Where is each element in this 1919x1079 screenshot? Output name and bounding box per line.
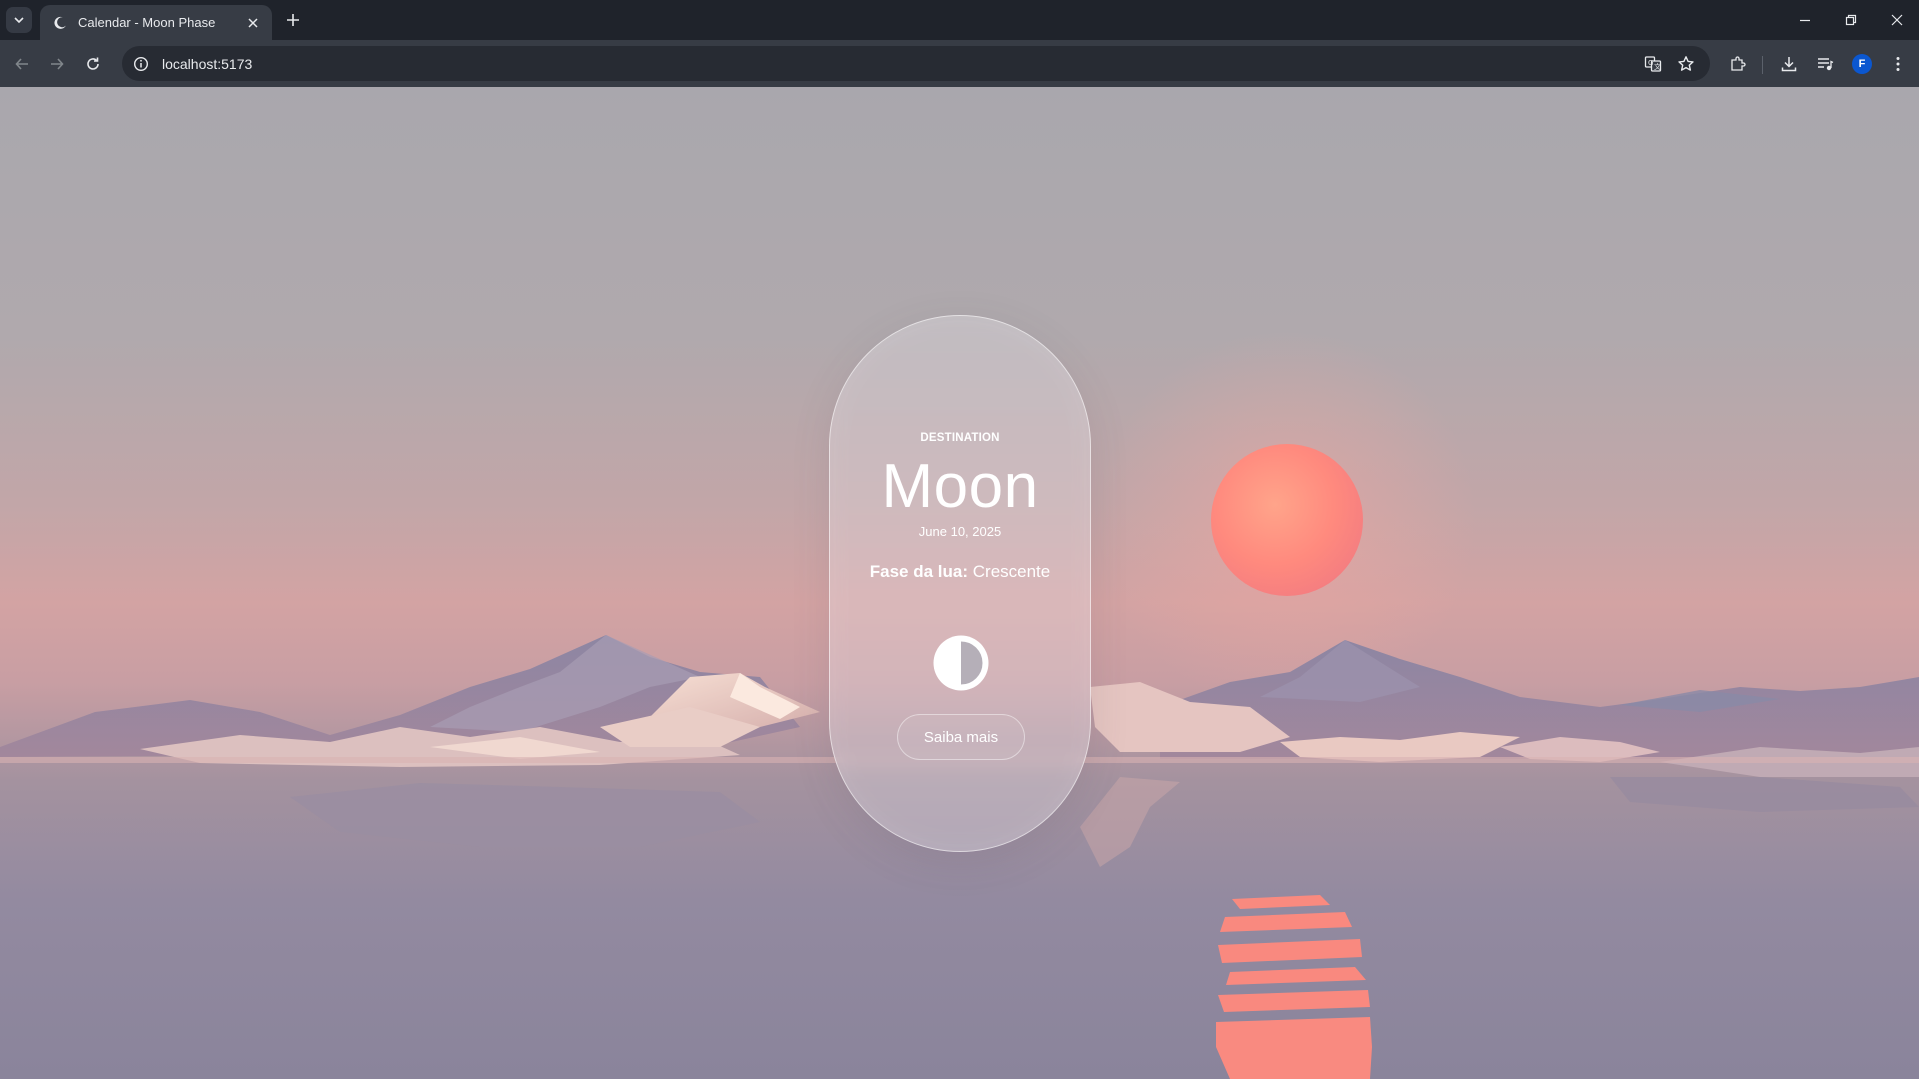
new-tab-button[interactable] <box>282 9 304 31</box>
back-button[interactable] <box>9 51 35 77</box>
bookmark-star-icon[interactable] <box>1674 52 1698 76</box>
arrow-right-icon <box>51 58 64 70</box>
menu-kebab-icon[interactable] <box>1886 52 1910 76</box>
forward-button[interactable] <box>44 51 70 77</box>
reload-button[interactable] <box>80 51 106 77</box>
address-bar[interactable]: localhost:5173 <box>122 46 1710 81</box>
media-queue-icon[interactable] <box>1813 52 1837 76</box>
restore-icon <box>1845 14 1857 26</box>
close-window-button[interactable] <box>1881 6 1913 34</box>
url-text: localhost:5173 <box>162 55 253 72</box>
card-title: Moon <box>881 452 1039 521</box>
svg-text:文: 文 <box>1654 62 1661 71</box>
page-viewport: DESTINATION Moon June 10, 2025 Fase da l… <box>0 87 1919 1079</box>
sun <box>1211 444 1363 596</box>
tab-close-button[interactable] <box>244 14 262 32</box>
tab-title: Calendar - Moon Phase <box>78 15 216 30</box>
reload-icon <box>87 57 99 70</box>
tab-strip: Calendar - Moon Phase <box>0 0 1919 40</box>
browser-toolbar: localhost:5173 G文 F <box>0 40 1919 87</box>
download-icon[interactable] <box>1777 52 1801 76</box>
phase-value: Crescente <box>972 562 1051 581</box>
card-date: June 10, 2025 <box>918 524 1002 539</box>
chevron-down-icon <box>14 17 24 24</box>
moon-phase-text: Fase da lua: Crescente <box>830 562 1090 582</box>
extensions-puzzle-icon[interactable] <box>1726 52 1750 76</box>
restore-button[interactable] <box>1835 6 1867 34</box>
close-icon <box>1891 14 1903 26</box>
moon-icon <box>54 16 66 29</box>
learn-more-button[interactable]: Saiba mais <box>897 714 1025 760</box>
minimize-button[interactable] <box>1789 6 1821 34</box>
plus-icon <box>287 14 299 26</box>
profile-avatar[interactable]: F <box>1852 54 1872 74</box>
sun-reflection <box>1216 895 1372 1079</box>
toolbar-divider <box>1762 56 1763 74</box>
browser-tab-active[interactable]: Calendar - Moon Phase <box>40 5 272 40</box>
moon-phase-card: DESTINATION Moon June 10, 2025 Fase da l… <box>829 315 1091 852</box>
translate-icon[interactable]: G文 <box>1641 52 1665 76</box>
site-info-icon[interactable] <box>131 54 151 74</box>
close-icon <box>248 17 258 28</box>
arrow-left-icon <box>15 58 28 70</box>
svg-text:G: G <box>1648 59 1653 67</box>
minimize-icon <box>1800 19 1810 22</box>
phase-label: Fase da lua: <box>869 562 969 581</box>
half-moon-icon <box>933 635 989 691</box>
tab-search-button[interactable] <box>6 7 32 33</box>
card-eyebrow: DESTINATION <box>920 432 1000 444</box>
